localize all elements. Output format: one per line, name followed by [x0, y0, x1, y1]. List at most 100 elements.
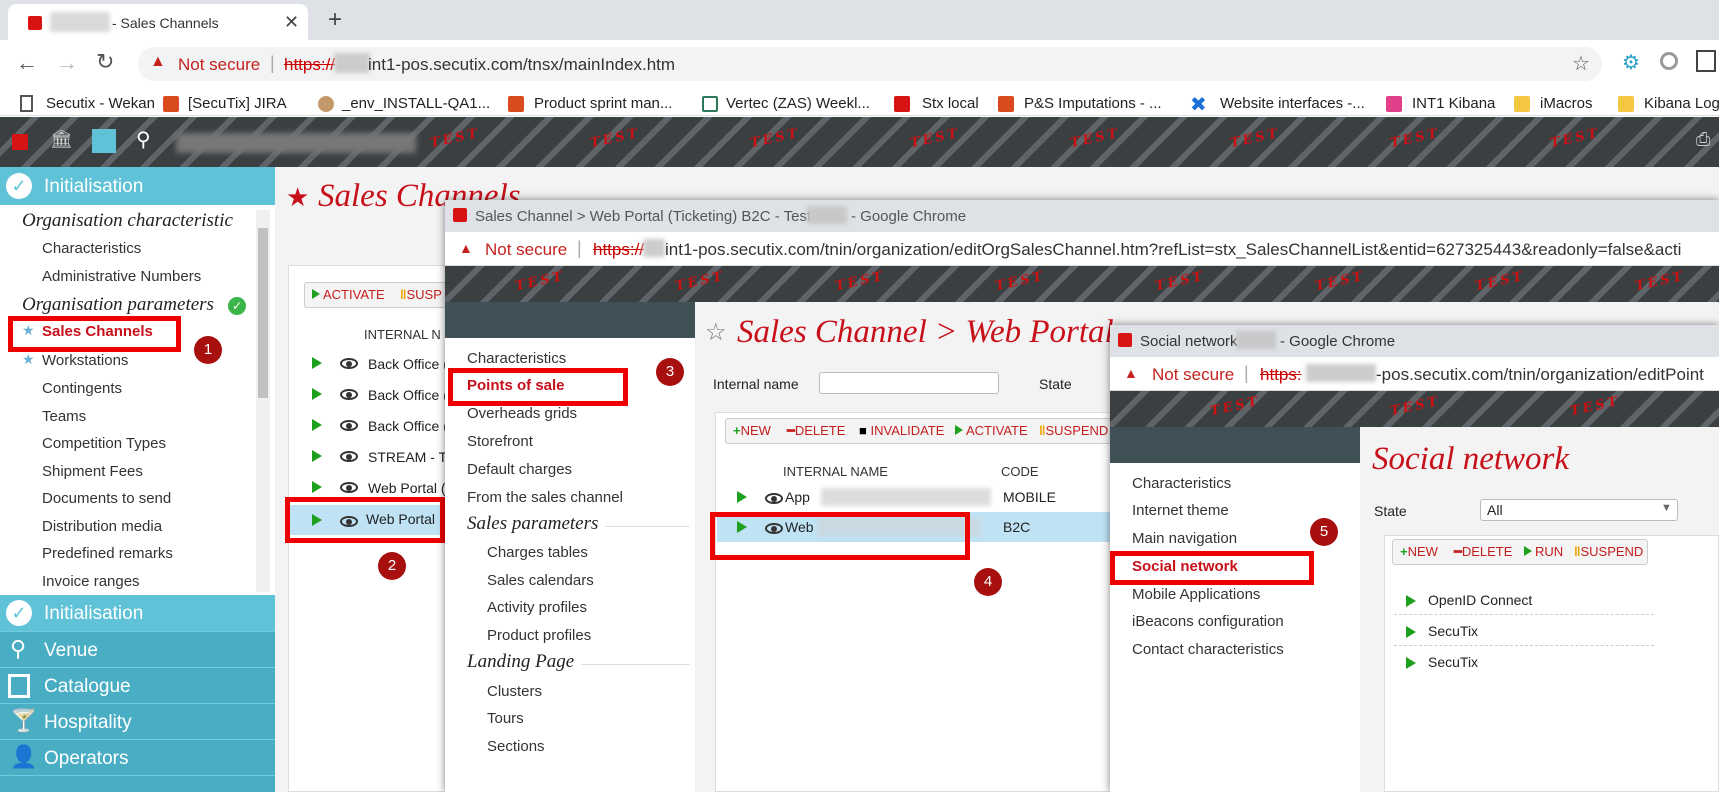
menu-item-predefined-remarks[interactable]: Predefined remarks: [42, 545, 173, 562]
bookmark[interactable]: [SecuTix] JIRA: [188, 95, 287, 112]
invalidate-button[interactable]: ■ INVALIDATE: [859, 420, 944, 442]
menu-item-distribution-media[interactable]: Distribution media: [42, 518, 162, 535]
menu-item-clusters[interactable]: Clusters: [487, 683, 542, 700]
extension-icon[interactable]: [1696, 50, 1716, 72]
printer-icon[interactable]: ⎙: [1696, 129, 1710, 150]
delete-button[interactable]: ━DELETE: [787, 420, 845, 442]
bookmark[interactable]: Stx local: [922, 95, 979, 112]
window-titlebar: Social network - Google Chrome: [1110, 325, 1719, 357]
table-row[interactable]: STREAM - T: [312, 449, 447, 465]
window-addressbar[interactable]: ▲ Not secure | https:// int1-pos.secutix…: [445, 232, 1719, 266]
bookmark[interactable]: Product sprint man...: [534, 95, 672, 112]
activate-button[interactable]: ACTIVATE: [312, 284, 385, 306]
list-item[interactable]: SecuTix: [1394, 649, 1654, 677]
table-row[interactable]: App MOBILE: [723, 482, 1123, 512]
star-icon[interactable]: ☆: [1572, 51, 1590, 76]
institution-icon[interactable]: 🏛: [50, 129, 73, 150]
section-hospitality[interactable]: 🍸 Hospitality: [0, 703, 275, 739]
menu-item-product-profiles[interactable]: Product profiles: [487, 627, 591, 644]
bookmark[interactable]: iMacros: [1540, 95, 1593, 112]
table-row[interactable]: Back Office (: [312, 418, 448, 434]
menu-item-charges-tables[interactable]: Charges tables: [487, 544, 588, 561]
bookmark[interactable]: Vertec (ZAS) Weekl...: [726, 95, 870, 112]
activate-button[interactable]: ACTIVATE: [955, 420, 1028, 442]
menu-item-competition-types[interactable]: Competition Types: [42, 435, 166, 452]
omnibox[interactable]: ▲ Not secure | https:// int1-pos.secutix…: [138, 47, 1602, 81]
favorite-star-icon[interactable]: ☆: [705, 318, 727, 347]
bookmark[interactable]: P&S Imputations - ...: [1024, 95, 1162, 112]
menu-item-storefront[interactable]: Storefront: [467, 433, 533, 450]
menu-item-documents-to-send[interactable]: Documents to send: [42, 490, 171, 507]
list-item[interactable]: OpenID Connect: [1394, 587, 1654, 615]
menu-item-sales-calendars[interactable]: Sales calendars: [487, 572, 594, 589]
table-row[interactable]: Web Portal (: [312, 480, 446, 496]
section-initialisation[interactable]: ✓ Initialisation: [0, 167, 275, 205]
button-label: NEW: [740, 423, 771, 438]
reload-icon[interactable]: ↻: [96, 49, 114, 75]
suspend-button[interactable]: ‖SUSPEND: [1574, 541, 1643, 563]
menu-item-internet-theme[interactable]: Internet theme: [1132, 502, 1229, 519]
bookmark[interactable]: Website interfaces -...: [1220, 95, 1365, 112]
window-addressbar[interactable]: ▲ Not secure | https: -pos.secutix.com/t…: [1110, 357, 1719, 391]
menu-item-shipment-fees[interactable]: Shipment Fees: [42, 463, 143, 480]
chevron-down-icon[interactable]: ▼: [1661, 502, 1672, 514]
new-tab-icon[interactable]: +: [328, 6, 342, 34]
menu-item-activity-profiles[interactable]: Activity profiles: [487, 599, 587, 616]
menu-item-workstations[interactable]: Workstations: [42, 352, 128, 369]
menu-item-sections[interactable]: Sections: [487, 738, 545, 755]
state-select[interactable]: All ▼: [1480, 499, 1678, 521]
left-menu-panel: [0, 205, 275, 595]
bookmark[interactable]: Secutix - Wekan: [46, 95, 155, 112]
menu-item-mobile-applications[interactable]: Mobile Applications: [1132, 586, 1260, 603]
table-row[interactable]: Back Office (: [312, 356, 448, 372]
section-initialisation[interactable]: ✓ Initialisation: [0, 595, 275, 631]
menu-scrollbar[interactable]: [256, 210, 270, 592]
test-watermark: TEST: [1388, 393, 1442, 420]
section-venue[interactable]: ⚲ Venue: [0, 631, 275, 667]
menu-item-characteristics[interactable]: Characteristics: [42, 240, 141, 257]
menu-item-characteristics[interactable]: Characteristics: [1132, 475, 1231, 492]
window-title-suffix: - Google Chrome: [851, 208, 967, 225]
run-button[interactable]: RUN: [1524, 541, 1563, 563]
favorite-star-icon[interactable]: ★: [286, 182, 309, 213]
menu-item-default-charges[interactable]: Default charges: [467, 461, 572, 478]
menu-item-ibeacons-configuration[interactable]: iBeacons configuration: [1132, 613, 1284, 630]
section-catalogue[interactable]: Catalogue: [0, 667, 275, 703]
search-icon[interactable]: ⚲: [136, 127, 151, 152]
extension-gear-icon[interactable]: ⚙: [1622, 50, 1640, 75]
section-operators[interactable]: 👤 Operators: [0, 739, 275, 775]
menu-item-contingents[interactable]: Contingents: [42, 380, 122, 397]
forward-icon[interactable]: →: [56, 50, 78, 76]
menu-item-from-sales-channel[interactable]: From the sales channel: [467, 489, 623, 506]
page-icon: [20, 95, 33, 112]
section-more[interactable]: [0, 775, 275, 792]
close-tab-icon[interactable]: ✕: [284, 12, 299, 33]
menu-item-tours[interactable]: Tours: [487, 710, 524, 727]
organisation-icon[interactable]: [92, 129, 116, 153]
menu-item-characteristics[interactable]: Characteristics: [467, 350, 566, 367]
extension-circle-icon[interactable]: [1660, 52, 1678, 70]
scrollbar-thumb[interactable]: [258, 228, 268, 398]
back-icon[interactable]: ←: [16, 50, 38, 76]
bookmark[interactable]: INT1 Kibana: [1412, 95, 1495, 112]
suspend-button[interactable]: ‖SUSP: [400, 284, 442, 306]
bookmark[interactable]: _env_INSTALL-QA1...: [342, 95, 490, 112]
suspend-button[interactable]: ‖SUSPEND: [1039, 420, 1108, 442]
table-row[interactable]: Back Office (: [312, 387, 448, 403]
new-button[interactable]: +NEW: [733, 420, 771, 442]
divider: |: [270, 53, 275, 73]
menu-item-invoice-ranges[interactable]: Invoice ranges: [42, 573, 140, 590]
browser-tab[interactable]: - Sales Channels ✕: [8, 4, 308, 40]
bookmark[interactable]: Kibana Log: [1644, 95, 1719, 112]
menu-item-overheads-grids[interactable]: Overheads grids: [467, 405, 577, 422]
delete-button[interactable]: ━DELETE: [1454, 541, 1512, 563]
button-label: SUSP: [406, 287, 442, 302]
list-item[interactable]: SecuTix: [1394, 618, 1654, 646]
internal-name-input[interactable]: [819, 372, 999, 394]
menu-item-teams[interactable]: Teams: [42, 408, 86, 425]
menu-item-main-navigation[interactable]: Main navigation: [1132, 530, 1237, 547]
menu-group-heading: Sales parameters: [467, 513, 599, 534]
menu-item-administrative-numbers[interactable]: Administrative Numbers: [42, 268, 201, 285]
new-button[interactable]: +NEW: [1400, 541, 1438, 563]
menu-item-contact-characteristics[interactable]: Contact characteristics: [1132, 641, 1284, 658]
